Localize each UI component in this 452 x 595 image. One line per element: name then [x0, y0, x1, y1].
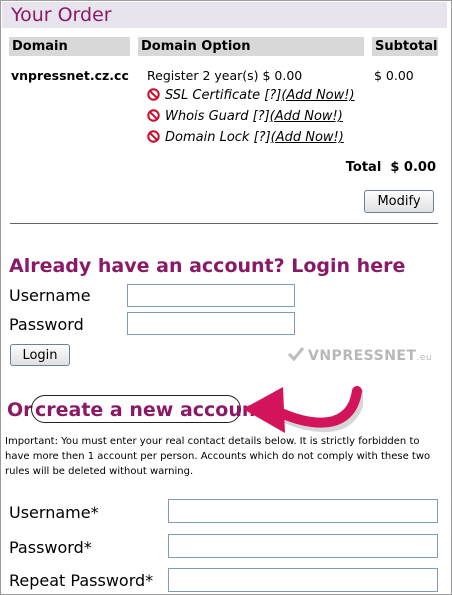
register-notice: Important: You must enter your real cont… — [5, 436, 431, 477]
register-password-label: Password* — [9, 538, 92, 557]
curved-arrow-icon — [243, 386, 363, 433]
login-password-input[interactable] — [127, 312, 295, 335]
section-divider — [10, 223, 438, 224]
login-username-label: Username — [9, 286, 91, 305]
addon-help[interactable]: [?] — [253, 109, 270, 124]
register-repeat-password-input[interactable] — [168, 568, 438, 592]
addon-name: SSL Certificate — [165, 88, 261, 103]
watermark-suffix: .eu — [416, 353, 433, 363]
register-heading-prefix: Or — [7, 399, 33, 421]
login-password-label: Password — [9, 315, 84, 334]
addon-help[interactable]: [?] — [254, 130, 271, 145]
register-password-input[interactable] — [168, 534, 438, 558]
domain-subtotal: $ 0.00 — [374, 68, 414, 83]
no-entry-icon — [147, 88, 160, 101]
column-header-domain-option: Domain Option — [138, 37, 364, 56]
login-heading: Already have an account? Login here — [9, 255, 406, 277]
addon-name: Whois Guard — [165, 109, 249, 124]
addon-row-ssl: SSL Certificate [?](Add Now!) — [147, 88, 355, 103]
addon-name: Domain Lock — [165, 130, 250, 145]
register-repeat-password-label: Repeat Password* — [9, 571, 154, 590]
domain-option-register: Register 2 year(s) $ 0.00 — [147, 68, 303, 83]
add-now-link-whois[interactable]: (Add Now!) — [270, 109, 343, 124]
no-entry-icon — [147, 109, 160, 122]
total-value: $ 0.00 — [390, 160, 436, 175]
modify-button[interactable]: Modify — [364, 190, 434, 213]
login-username-input[interactable] — [127, 284, 295, 307]
add-now-link-ssl[interactable]: (Add Now!) — [281, 88, 354, 103]
no-entry-icon — [147, 130, 160, 143]
column-header-subtotal: Subtotal — [372, 37, 438, 56]
column-header-domain: Domain — [9, 37, 130, 56]
checkmark-logo-icon — [287, 347, 305, 362]
order-total: Total $ 0.00 — [346, 160, 436, 175]
addon-row-lock: Domain Lock [?](Add Now!) — [147, 130, 344, 145]
addon-row-whois: Whois Guard [?](Add Now!) — [147, 109, 343, 124]
order-header: Your Order — [2, 2, 447, 28]
register-username-label: Username* — [9, 503, 99, 522]
page-frame: Your Order Domain Domain Option Subtotal… — [0, 0, 452, 595]
register-heading: create a new account — [35, 399, 265, 421]
register-username-input[interactable] — [168, 499, 438, 523]
domain-name: vnpressnet.cz.cc — [11, 68, 129, 83]
login-button[interactable]: Login — [10, 344, 70, 366]
addon-help[interactable]: [?] — [264, 88, 281, 103]
watermark-text: VNPRESSNET — [308, 348, 417, 364]
add-now-link-lock[interactable]: (Add Now!) — [271, 130, 344, 145]
total-label: Total — [345, 160, 382, 175]
watermark-logo: VNPRESSNET.eu — [287, 345, 432, 364]
order-title: Your Order — [11, 4, 112, 26]
